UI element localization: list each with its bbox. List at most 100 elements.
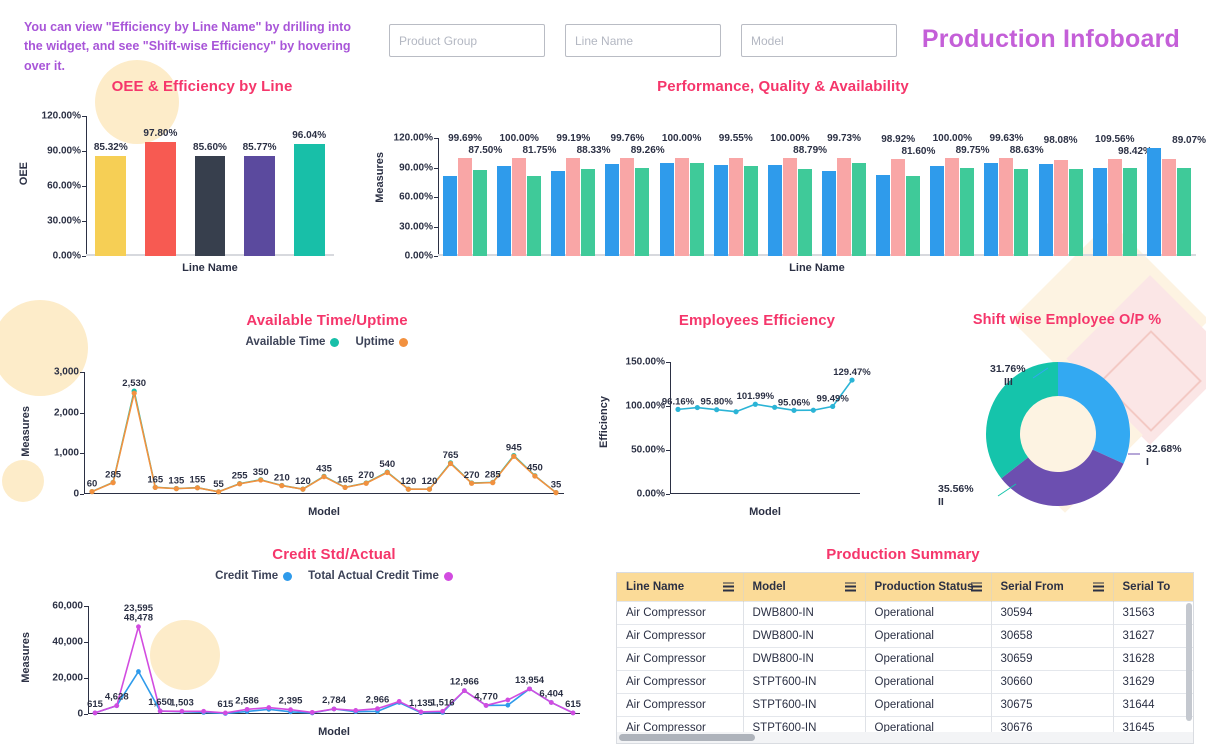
bar[interactable] xyxy=(1092,168,1107,256)
bar[interactable] xyxy=(713,164,728,256)
bar[interactable] xyxy=(876,175,891,256)
bar[interactable] xyxy=(527,175,542,256)
bar-group[interactable]: 100.00% 89.75% xyxy=(925,133,990,256)
column-menu-icon[interactable] xyxy=(722,582,734,592)
svg-text:13,954: 13,954 xyxy=(515,675,545,686)
bar-group[interactable]: 85.60% xyxy=(185,116,235,256)
bar[interactable] xyxy=(244,155,275,256)
bar-group[interactable]: 99.69% 87.50% xyxy=(438,133,502,256)
table-column-header[interactable]: Production Status xyxy=(865,573,992,601)
chart-credit-std-actual[interactable]: Credit Std/Actual Credit Time Total Actu… xyxy=(14,546,594,746)
table-horizontal-scrollbar[interactable] xyxy=(619,734,755,741)
bar[interactable] xyxy=(1146,148,1161,256)
bar[interactable] xyxy=(782,157,797,256)
bar[interactable] xyxy=(443,175,458,256)
table-column-header[interactable]: Serial From xyxy=(991,573,1114,601)
bar[interactable] xyxy=(984,162,999,256)
table-row[interactable]: Air Compressor DWB800-IN Operational 30658 3… xyxy=(617,623,1193,647)
bar[interactable] xyxy=(194,156,226,256)
bar-group[interactable]: 99.63% 88.63% xyxy=(979,133,1044,256)
bar[interactable] xyxy=(822,170,837,256)
bar[interactable] xyxy=(674,157,689,256)
column-menu-icon[interactable] xyxy=(970,582,982,592)
bar-group[interactable]: 96.04% xyxy=(284,116,334,256)
bar[interactable] xyxy=(1176,168,1191,256)
bar[interactable] xyxy=(689,162,704,256)
bar[interactable] xyxy=(743,165,758,256)
y-tick-mark xyxy=(434,226,438,228)
bar[interactable] xyxy=(945,157,960,256)
bar[interactable] xyxy=(659,162,674,256)
bar[interactable] xyxy=(1107,159,1122,256)
bar[interactable] xyxy=(473,169,488,256)
bar-group[interactable]: 100.00% 88.79% xyxy=(763,133,827,256)
bar[interactable] xyxy=(1014,168,1029,256)
chart-oee-by-line[interactable]: OEE & Efficiency by Line OEE 85.32% 97.80… xyxy=(14,78,350,278)
bar-group[interactable]: 99.55% xyxy=(709,133,763,256)
bar[interactable] xyxy=(999,158,1014,256)
svg-text:35.56%: 35.56% xyxy=(938,483,974,495)
bar[interactable] xyxy=(930,165,945,256)
table-column-header[interactable]: Line Name xyxy=(617,573,744,601)
chart-shift-wise-employee-op[interactable]: Shift wise Employee O/P % 31.76% III 32.68… xyxy=(928,312,1206,532)
donut-slice[interactable] xyxy=(986,362,1058,479)
bar[interactable] xyxy=(635,168,650,256)
model-filter-input[interactable] xyxy=(741,24,897,57)
bar-group[interactable]: 109.56% 98.42% xyxy=(1088,134,1152,256)
bar[interactable] xyxy=(767,164,782,256)
bar-group[interactable]: 99.73% xyxy=(817,133,871,256)
bar[interactable] xyxy=(906,175,921,256)
bar-value-label: 99.63% xyxy=(989,133,1024,145)
line-name-filter-input[interactable] xyxy=(565,24,721,57)
bar[interactable] xyxy=(728,158,743,256)
bar[interactable] xyxy=(960,167,975,256)
bar-group[interactable]: 100.00% xyxy=(655,133,709,256)
donut-slice[interactable] xyxy=(1058,362,1130,464)
bar-group[interactable]: 97.80% xyxy=(136,116,186,256)
bar[interactable] xyxy=(1038,164,1053,256)
column-menu-icon[interactable] xyxy=(844,582,856,592)
bar[interactable] xyxy=(1068,168,1083,256)
bar-group[interactable]: 98.08% xyxy=(1034,135,1088,256)
bar[interactable] xyxy=(837,157,852,256)
bar[interactable] xyxy=(1053,159,1068,256)
hint-text: You can view "Efficiency by Line Name" b… xyxy=(24,20,351,73)
chart-performance-quality-availability[interactable]: Performance, Quality & Availability Meas… xyxy=(368,78,1206,294)
bar-group[interactable]: 85.32% xyxy=(86,116,136,256)
bar[interactable] xyxy=(891,158,906,256)
table-vertical-scrollbar[interactable] xyxy=(1186,603,1192,721)
table-column-header[interactable]: Serial To xyxy=(1113,573,1193,601)
bar-group[interactable]: 99.76% 89.26% xyxy=(600,133,665,256)
table-row[interactable]: Air Compressor STPT600-IN Operational 30660… xyxy=(617,669,1193,693)
bar-group[interactable]: 99.19% 88.33% xyxy=(546,133,611,256)
bar-group[interactable]: 98.92% 81.60% xyxy=(871,134,935,256)
chart-shift-donut[interactable]: 31.76%III 32.68%I 35.56%II xyxy=(928,334,1206,530)
table-column-header[interactable]: Model xyxy=(743,573,866,601)
bar[interactable] xyxy=(458,157,473,256)
table-row[interactable]: Air Compressor DWB800-IN Operational 30594 3… xyxy=(617,600,1193,624)
bar-group[interactable]: 100.00% 81.75% xyxy=(492,133,556,256)
table-row[interactable]: Air Compressor STPT600-IN Operational 30675… xyxy=(617,692,1193,716)
bar[interactable] xyxy=(293,143,325,256)
bar[interactable] xyxy=(95,156,127,256)
production-summary-table-wrap[interactable]: Line Name Model Production Status Serial Fr… xyxy=(616,572,1194,744)
bar[interactable] xyxy=(797,168,812,256)
bar-group[interactable]: 85.77% xyxy=(235,116,285,256)
bar[interactable] xyxy=(497,166,512,256)
chart-employees-efficiency[interactable]: Employees Efficiency Efficiency 96.16% 95… xyxy=(592,312,922,532)
bar[interactable] xyxy=(581,169,596,256)
bar-group[interactable]: 89.07% xyxy=(1142,135,1206,256)
bar[interactable] xyxy=(145,141,176,256)
product-group-filter-input[interactable] xyxy=(389,24,545,57)
bar[interactable] xyxy=(512,157,527,256)
bar[interactable] xyxy=(566,158,581,256)
table-row[interactable]: Air Compressor DWB800-IN Operational 30659 3… xyxy=(617,646,1193,670)
bar[interactable] xyxy=(1161,159,1176,256)
column-menu-icon[interactable] xyxy=(1092,582,1104,592)
bar[interactable] xyxy=(551,170,566,256)
bar[interactable] xyxy=(1122,168,1137,256)
bar[interactable] xyxy=(605,164,620,256)
bar[interactable] xyxy=(620,157,635,256)
bar[interactable] xyxy=(852,162,867,256)
chart-available-time-uptime[interactable]: Available Time/Uptime Available Time Upt… xyxy=(14,312,580,532)
